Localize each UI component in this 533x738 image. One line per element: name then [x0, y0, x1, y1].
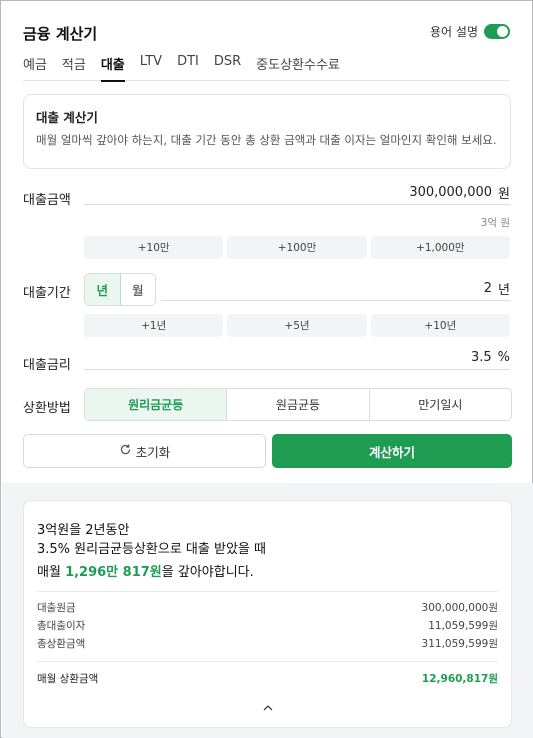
- chevron-up-icon[interactable]: [261, 701, 275, 715]
- tab-dsr[interactable]: DSR: [214, 51, 241, 81]
- reset-button[interactable]: 초기화: [23, 434, 266, 468]
- tab-deposit[interactable]: 예금: [23, 51, 47, 81]
- tab-ltv[interactable]: LTV: [140, 51, 162, 81]
- page-title: 금융 계산기: [23, 25, 98, 43]
- tab-prepayment-fee[interactable]: 중도상환수수료: [256, 51, 340, 81]
- detail-value: 311,059,599원: [421, 638, 498, 650]
- loan-amount-input[interactable]: 300,000,000 원: [84, 181, 510, 205]
- info-description: 매월 얼마씩 갚아야 하는지, 대출 기간 동안 총 상환 금액과 대출 이자는…: [36, 133, 497, 147]
- add-10-year-button[interactable]: +10년: [370, 314, 510, 337]
- loan-period-unit: 년: [498, 283, 510, 298]
- loan-amount-hint: 3억 원: [480, 217, 510, 229]
- interest-label: 대출금리: [23, 358, 71, 373]
- interest-value: 3.5: [470, 350, 492, 365]
- repayment-method-selector: 원리금균등 원금균등 만기일시: [84, 388, 512, 421]
- detail-label: 대출원금: [37, 602, 76, 614]
- result-divider: [37, 661, 498, 662]
- monthly-value: 12,960,817원: [421, 673, 498, 685]
- tab-loan[interactable]: 대출: [100, 51, 125, 82]
- glossary-toggle-group: 용어 설명: [430, 23, 510, 40]
- loan-period-input[interactable]: 2 년: [161, 277, 510, 301]
- result-summary-line3: 매월 1,296만 817원을 갚아야합니다.: [37, 561, 254, 580]
- calculate-button[interactable]: 계산하기: [272, 434, 512, 468]
- result-divider: [37, 591, 498, 592]
- glossary-label: 용어 설명: [430, 25, 478, 39]
- detail-row-principal: 대출원금 300,000,000원: [37, 600, 498, 616]
- loan-amount-label: 대출금액: [23, 193, 71, 208]
- result-card: 3억원을 2년동안 3.5% 원리금균등상환으로 대출 받았을 때 매월 1,2…: [23, 500, 512, 728]
- tab-bar: 예금 적금 대출 LTV DTI DSR 중도상환수수료: [23, 51, 510, 82]
- detail-value: 300,000,000원: [421, 602, 498, 614]
- loan-amount-unit: 원: [498, 187, 510, 202]
- calculator-frame: 금융 계산기 용어 설명 예금 적금 대출 LTV DTI DSR 중도상환수수…: [0, 0, 533, 738]
- detail-label: 총대출이자: [37, 620, 86, 632]
- detail-row-interest: 총대출이자 11,059,599원: [37, 618, 498, 634]
- method-equal-principal[interactable]: 원금균등: [227, 389, 370, 420]
- interest-input[interactable]: 3.5 %: [84, 346, 510, 370]
- info-box: 대출 계산기 매월 얼마씩 갚아야 하는지, 대출 기간 동안 총 상환 금액과…: [23, 94, 511, 169]
- toggle-knob: [497, 26, 508, 37]
- loan-period-value: 2: [483, 281, 493, 296]
- info-title: 대출 계산기: [36, 110, 98, 125]
- reset-label: 초기화: [135, 444, 171, 460]
- add-100k-button[interactable]: +10만: [84, 236, 224, 259]
- refresh-icon: [119, 443, 132, 460]
- period-unit-year[interactable]: 년: [85, 274, 121, 305]
- tab-dti[interactable]: DTI: [177, 51, 199, 81]
- loan-period-quick-buttons: +1년 +5년 +10년: [84, 314, 510, 337]
- loan-period-label: 대출기간: [23, 286, 71, 301]
- detail-value: 11,059,599원: [428, 620, 498, 632]
- result-summary-line1: 3억원을 2년동안: [37, 523, 130, 538]
- tab-savings[interactable]: 적금: [62, 51, 86, 81]
- monthly-payment-row: 매월 상환금액 12,960,817원: [37, 671, 498, 686]
- interest-unit: %: [497, 350, 510, 365]
- period-unit-selector: 년 월: [84, 273, 156, 306]
- method-equal-payment[interactable]: 원리금균등: [85, 389, 228, 420]
- glossary-toggle[interactable]: [484, 24, 510, 39]
- monthly-label: 매월 상환금액: [37, 673, 99, 685]
- loan-amount-quick-buttons: +10만 +100만 +1,000만: [84, 236, 510, 259]
- period-unit-month[interactable]: 월: [121, 274, 156, 305]
- result-prefix: 매월: [37, 565, 66, 580]
- header: 금융 계산기 용어 설명: [23, 23, 510, 45]
- repayment-label: 상환방법: [23, 401, 71, 416]
- loan-amount-value: 300,000,000: [409, 185, 493, 200]
- add-5-year-button[interactable]: +5년: [227, 314, 367, 337]
- result-summary-line2: 3.5% 원리금균등상환으로 대출 받았을 때: [37, 542, 266, 557]
- method-bullet[interactable]: 만기일시: [370, 389, 511, 420]
- add-1m-button[interactable]: +100만: [227, 236, 367, 259]
- add-10m-button[interactable]: +1,000만: [370, 236, 510, 259]
- detail-label: 총상환금액: [37, 638, 86, 650]
- add-1-year-button[interactable]: +1년: [84, 314, 224, 337]
- detail-row-total: 총상환금액 311,059,599원: [37, 636, 498, 652]
- result-suffix: 을 갚아야합니다.: [161, 565, 254, 580]
- result-monthly-amount: 1,296만 817원: [65, 565, 162, 580]
